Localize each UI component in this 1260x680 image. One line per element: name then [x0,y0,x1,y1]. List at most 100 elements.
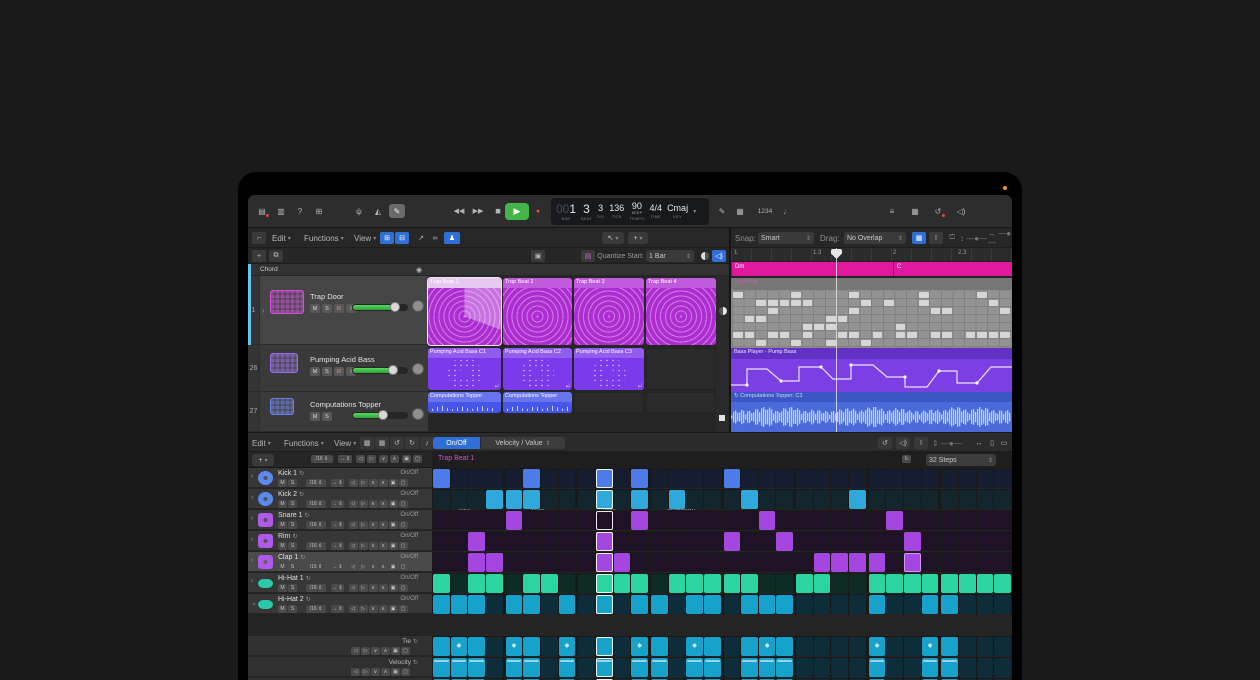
step-cell[interactable] [959,574,976,593]
increment-button[interactable]: ∧ [379,563,388,571]
step-cell[interactable] [614,553,631,572]
step-cell[interactable] [433,658,450,677]
step-cell[interactable] [578,511,595,530]
cell-view-button[interactable]: ⊟ [395,232,409,244]
clear-button[interactable]: ▢ [401,647,410,655]
step-cell[interactable] [486,553,503,572]
note-icon[interactable]: ♪ [420,437,434,449]
step-cell[interactable] [578,658,595,677]
tab-onoff[interactable]: On/Off [433,437,480,449]
step-cell[interactable] [468,637,485,656]
solo-button[interactable]: S [322,367,332,376]
pan-knob[interactable] [412,408,424,420]
step-cell[interactable] [704,511,721,530]
rotate-right-button[interactable]: ▷ [361,668,370,676]
master-rate-menu[interactable]: /16 ⇕ [311,455,333,463]
step-cell[interactable] [776,553,793,572]
master-increment-button[interactable]: ∧ [390,455,399,463]
track-header[interactable]: 1›Trap DoorMSRI [248,276,428,345]
step-cell[interactable] [669,595,686,614]
rotate-left-button[interactable]: ◁ [351,647,360,655]
step-cell[interactable] [631,532,648,551]
step-cell[interactable] [506,574,523,593]
step-cell[interactable] [506,553,523,572]
add-track-button[interactable]: + [252,250,266,262]
step-cell[interactable] [669,469,686,488]
rotate-left-button[interactable]: ◁ [349,500,358,508]
step-cell[interactable] [631,595,648,614]
step-cell[interactable] [994,532,1011,551]
step-cell[interactable] [614,658,631,677]
rotate-right-button[interactable]: ▷ [359,500,368,508]
step-cell[interactable] [849,469,866,488]
decrement-button[interactable]: ∨ [369,584,378,592]
row-rate-menu[interactable]: /16 ⇕ [306,605,326,613]
step-cell[interactable] [686,658,703,677]
step-cell[interactable] [541,574,558,593]
step-cell[interactable] [704,637,721,656]
step-cell[interactable] [433,511,450,530]
ss-zoom-slider[interactable]: ⇕ —●— [932,437,962,449]
disclosure-icon[interactable]: › [262,306,265,315]
step-cell[interactable] [523,469,540,488]
ss-menu-functions[interactable]: Functions▾ [284,437,324,449]
step-cell[interactable] [596,595,613,614]
step-cell[interactable]: ◆ [686,637,703,656]
step-cell[interactable] [776,490,793,509]
step-cell[interactable] [849,574,866,593]
step-cell[interactable] [759,511,776,530]
step-cell[interactable] [759,574,776,593]
step-cell[interactable] [759,553,776,572]
step-cell[interactable] [814,553,831,572]
row-direction-menu[interactable]: → ⇕ [331,605,344,613]
step-cell[interactable] [506,469,523,488]
step-cell[interactable] [814,511,831,530]
step-cell[interactable] [704,574,721,593]
increment-button[interactable]: ∧ [381,647,390,655]
pencil-edit-icon[interactable]: ✎ [714,204,730,218]
step-cell[interactable] [886,595,903,614]
step-cell[interactable] [506,532,523,551]
step-cell[interactable] [904,595,921,614]
step-cell[interactable] [886,532,903,551]
step-cell[interactable] [904,532,921,551]
step-cell[interactable]: ◆ [506,637,523,656]
step-cell[interactable] [904,490,921,509]
menu-functions[interactable]: Functions▾ [304,232,344,244]
stepseq-row-header[interactable]: ›Kick 2↻On/OffMS/16 ⇕→ ⇕◁▷∨∧▣▢ [248,489,432,509]
step-cell[interactable] [724,532,741,551]
step-cell[interactable] [669,637,686,656]
step-cell[interactable] [922,658,939,677]
step-cell[interactable]: ◆ [451,637,468,656]
step-cell[interactable] [796,469,813,488]
tab-velocity-value[interactable]: Velocity / Value⇕ [481,437,565,449]
empty-cell-slot[interactable] [646,348,716,390]
step-cell[interactable] [468,658,485,677]
row-loop-icon[interactable]: ↻ [292,534,297,540]
fill-button[interactable]: ▣ [389,542,398,550]
step-cell[interactable] [977,574,994,593]
increment-button[interactable]: ∧ [381,668,390,676]
fill-button[interactable]: ▣ [391,668,400,676]
clear-button[interactable]: ▢ [399,584,408,592]
step-cell[interactable] [886,511,903,530]
step-cell[interactable] [776,511,793,530]
increment-button[interactable]: ∧ [379,500,388,508]
step-cell[interactable] [741,658,758,677]
volume-meter[interactable] [352,304,408,311]
row-mute-button[interactable]: M [278,584,287,592]
step-cell[interactable] [468,469,485,488]
mute-button[interactable]: M [310,412,320,421]
step-cell[interactable] [959,469,976,488]
step-cell[interactable] [831,532,848,551]
step-cell[interactable]: ◆ [869,637,886,656]
step-cell[interactable] [541,511,558,530]
rewind-button[interactable]: ◀◀ [451,204,467,218]
step-cell[interactable] [669,574,686,593]
step-cell[interactable] [669,490,686,509]
row-direction-menu[interactable]: → ⇕ [331,542,344,550]
step-cell[interactable] [541,532,558,551]
step-cell[interactable] [941,532,958,551]
stepseq-row-header[interactable]: ⌄Hi-Hat 2↻On/OffMS/16 ⇕→ ⇕◁▷∨∧▣▢ [248,594,432,614]
library-icon[interactable]: ▤ [254,204,270,218]
